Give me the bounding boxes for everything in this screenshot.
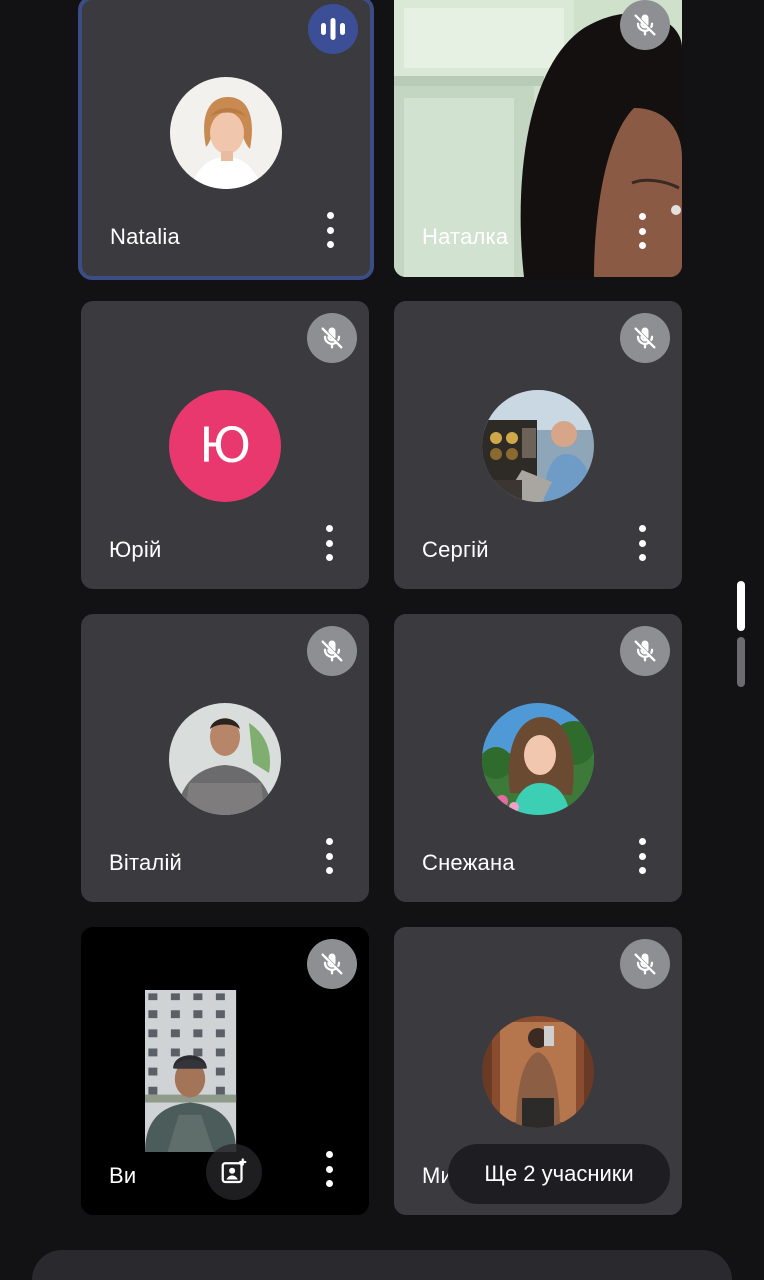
more-options-icon[interactable] [319,1151,339,1187]
mic-off-icon [307,939,357,989]
more-options-icon[interactable] [632,213,652,249]
participant-name: Снежана [422,850,515,875]
more-options-icon[interactable] [320,212,340,248]
more-options-icon[interactable] [632,838,652,874]
participant-name: Віталій [109,850,183,875]
participant-avatar [169,703,281,815]
participant-tile-vitalii[interactable]: Віталій [81,614,369,902]
participant-avatar [170,77,282,189]
participant-initial-avatar: Ю [169,390,281,502]
mic-off-icon [307,313,357,363]
scrollbar-track [737,637,745,687]
participant-name: Юрій [109,537,162,562]
participant-tile-natalia[interactable]: Natalia [78,0,374,280]
mic-off-icon [620,313,670,363]
participant-name: Natalia [110,224,180,249]
meeting-screen: Natalia Наталка Ю Юрій Сергій Віталій Сн… [0,0,764,1280]
participant-name: Наталка [422,224,509,249]
participant-tile-serhii[interactable]: Сергій [394,301,682,589]
participant-name: Ви [109,1163,137,1188]
more-options-icon[interactable] [632,525,652,561]
participant-avatar [482,1016,594,1128]
mic-off-icon [620,939,670,989]
mic-off-icon [620,0,670,50]
switch-camera-icon[interactable] [206,1144,262,1200]
participant-name: Сергій [422,537,489,562]
more-participants-button[interactable]: Ще 2 учасники [448,1144,670,1204]
call-controls-bar [32,1250,732,1280]
more-options-icon[interactable] [319,838,339,874]
scrollbar-thumb[interactable] [737,581,745,631]
audio-level-icon [308,4,358,54]
more-options-icon[interactable] [319,525,339,561]
mic-off-icon [307,626,357,676]
participant-avatar [482,703,594,815]
participant-tile-natalka[interactable]: Наталка [394,0,682,277]
participant-tile-yurii[interactable]: Ю Юрій [81,301,369,589]
mic-off-icon [620,626,670,676]
participant-avatar [482,390,594,502]
participant-tile-snezhana[interactable]: Снежана [394,614,682,902]
